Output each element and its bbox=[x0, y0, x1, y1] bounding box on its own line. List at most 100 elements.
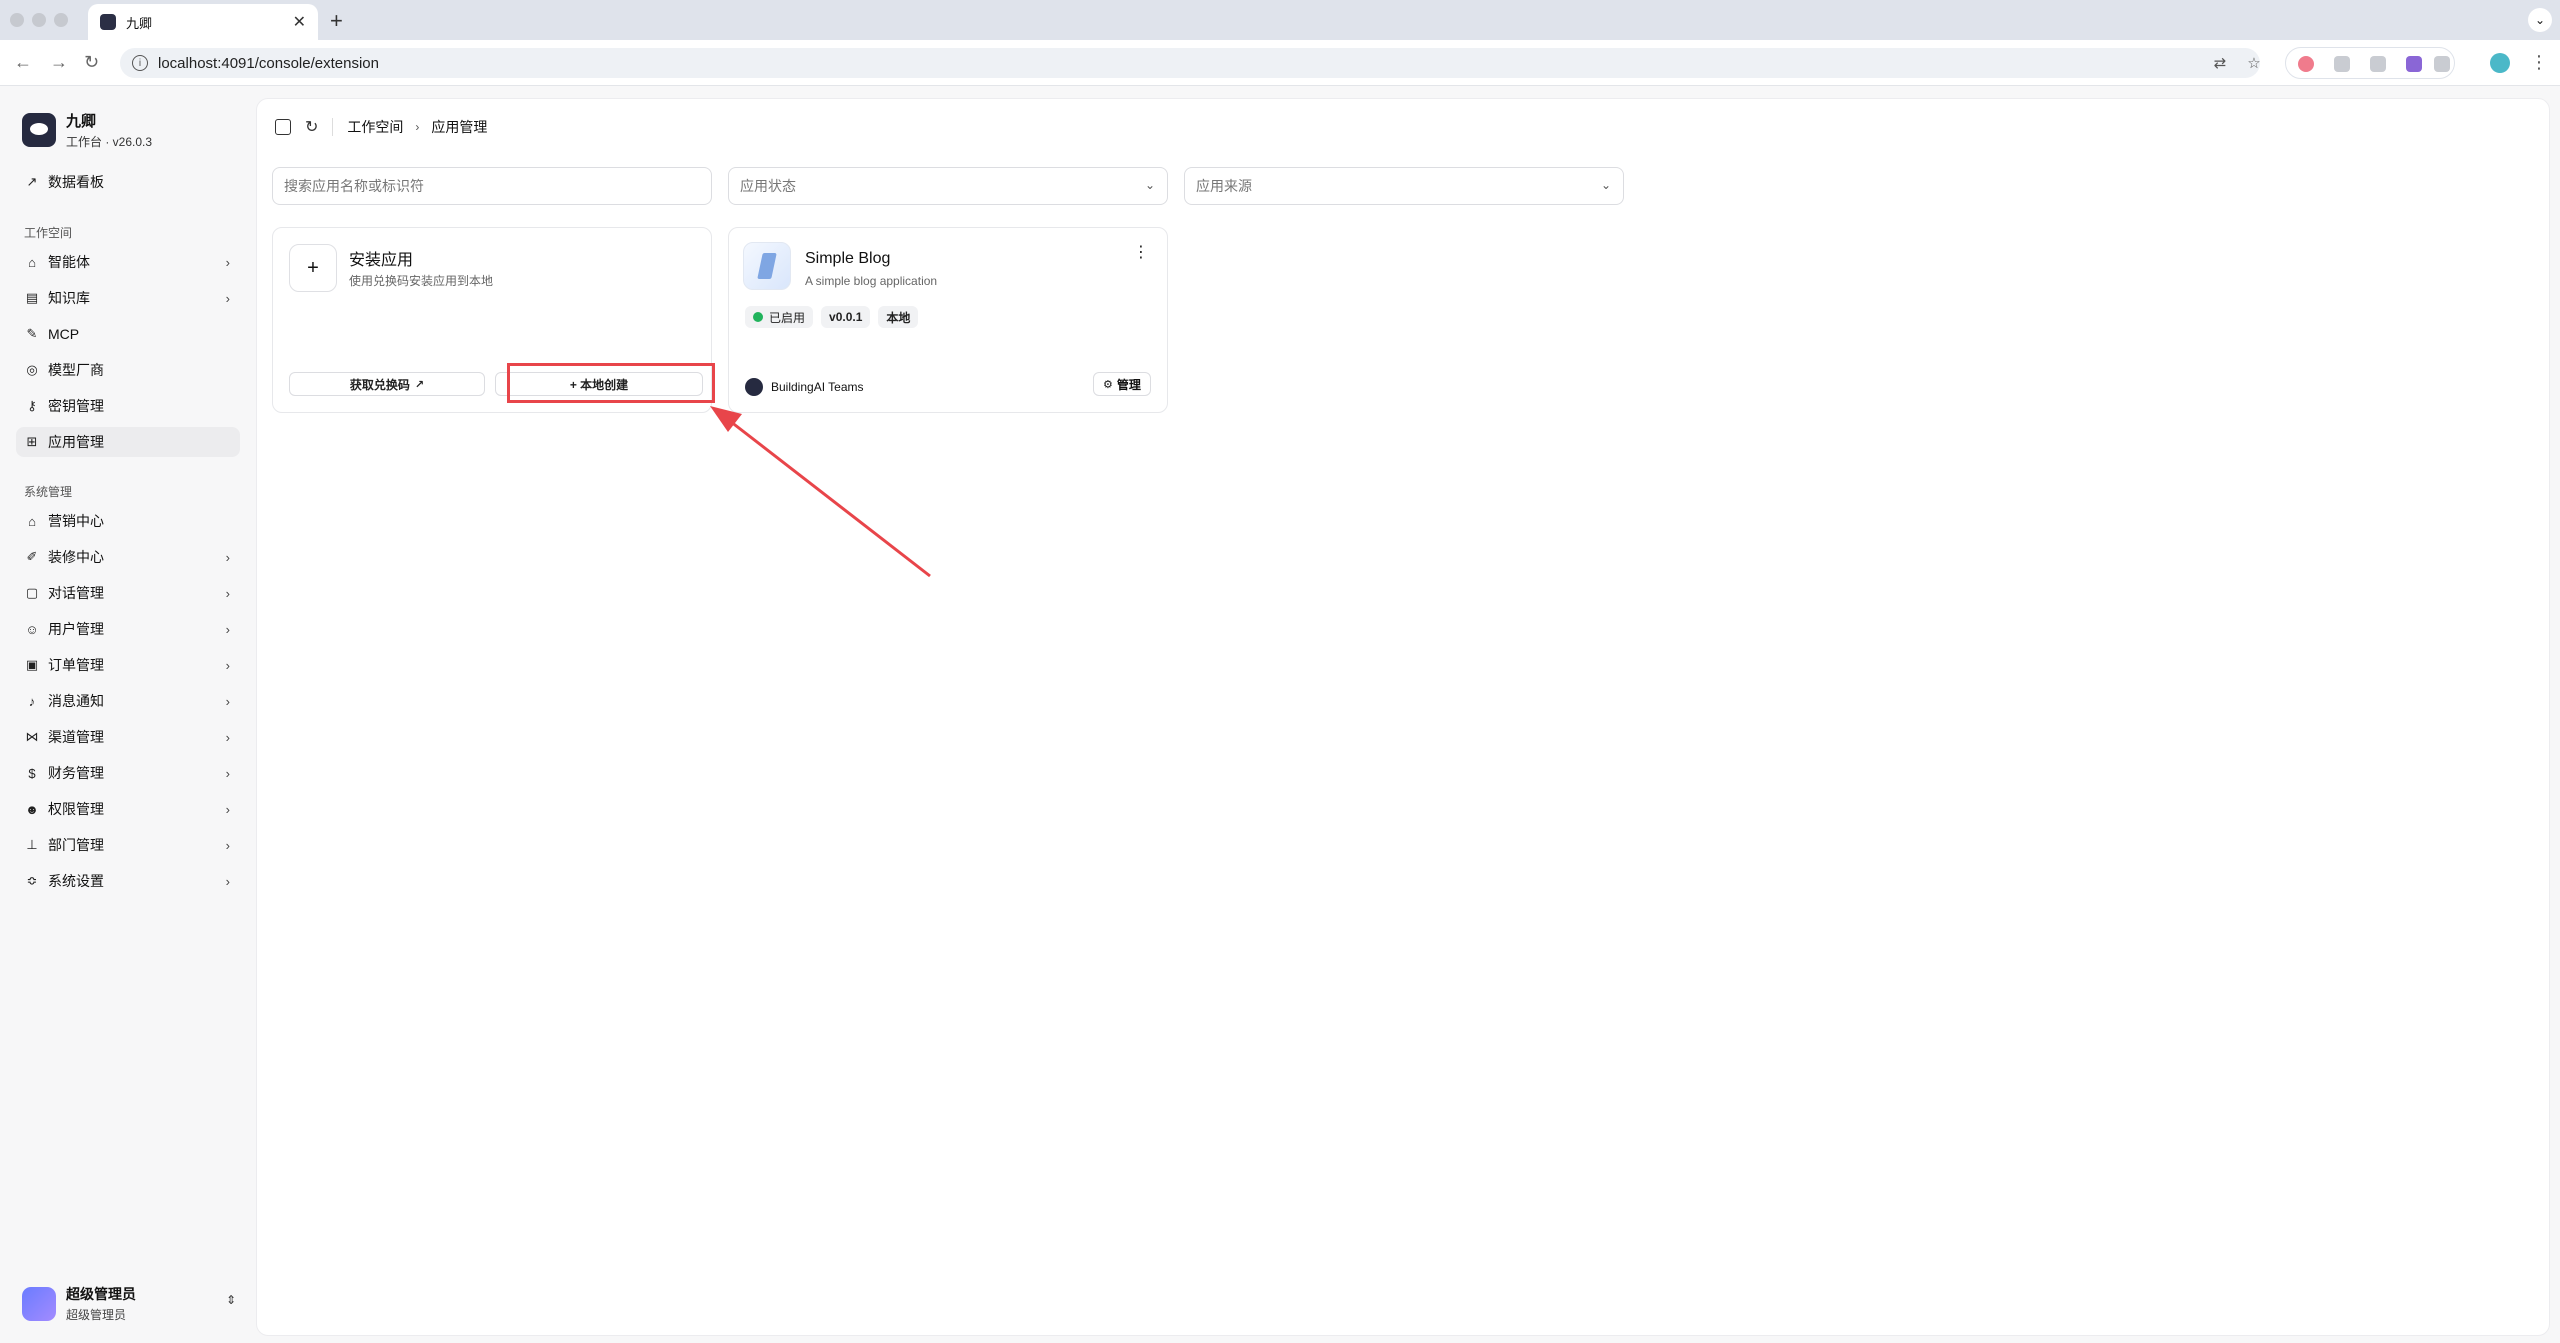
more-vertical-icon[interactable]: ⋮ bbox=[1133, 242, 1149, 262]
chevron-down-icon: ⌄ bbox=[1144, 178, 1155, 192]
bookmark-star-icon[interactable]: ☆ bbox=[2245, 54, 2263, 72]
sidebar-item-mcp[interactable]: ✎ MCP bbox=[16, 319, 240, 349]
profile-avatar[interactable] bbox=[2490, 53, 2510, 73]
new-tab-button[interactable]: + bbox=[330, 8, 343, 34]
translate-icon[interactable]: ⇄ bbox=[2211, 54, 2229, 72]
robot-icon: ⌂ bbox=[28, 254, 36, 270]
sidebar-item-knowledge[interactable]: ▤ 知识库 › bbox=[16, 283, 240, 313]
status-placeholder: 应用状态 bbox=[740, 178, 796, 194]
window-close-dot[interactable] bbox=[10, 13, 24, 27]
sidebar-item-dashboard[interactable]: ↗ 数据看板 bbox=[16, 167, 240, 197]
sidebar-item-keys[interactable]: ⚷ 密钥管理 bbox=[16, 391, 240, 421]
user-name: 超级管理员 bbox=[66, 1286, 136, 1302]
get-code-label: 获取兑换码 bbox=[349, 377, 410, 392]
back-icon[interactable]: ← bbox=[14, 52, 32, 73]
source-placeholder: 应用来源 bbox=[1196, 178, 1252, 194]
extension-3-icon[interactable] bbox=[2370, 56, 2386, 72]
chevron-right-icon: › bbox=[415, 120, 420, 134]
model-icon: ◎ bbox=[26, 362, 38, 377]
refresh-icon[interactable]: ↻ bbox=[305, 117, 318, 137]
extension-2-icon[interactable] bbox=[2334, 56, 2350, 72]
site-info-icon[interactable]: i bbox=[132, 55, 148, 71]
sidebar-item-conversations[interactable]: ▢ 对话管理 › bbox=[16, 578, 240, 608]
browser-menu-icon[interactable]: ⋮ bbox=[2530, 52, 2548, 73]
url-text: localhost:4091/console/extension bbox=[158, 54, 379, 72]
book-icon: ▤ bbox=[25, 290, 39, 305]
breadcrumb-current: 应用管理 bbox=[431, 119, 488, 135]
app-desc: A simple blog application bbox=[805, 274, 938, 288]
sidebar-item-label: 知识库 bbox=[48, 290, 90, 306]
extension-1-icon[interactable] bbox=[2298, 56, 2314, 72]
sidebar-item-label: 应用管理 bbox=[48, 434, 104, 450]
sidebar-item-channels[interactable]: ⋈ 渠道管理 › bbox=[16, 722, 240, 752]
user-menu[interactable]: 超级管理员 超级管理员 ⇕ bbox=[22, 1284, 236, 1323]
manage-button[interactable]: ⚙ 管理 bbox=[1093, 372, 1151, 396]
app-card[interactable]: Simple Blog A simple blog application ⋮ … bbox=[728, 227, 1168, 413]
chevron-right-icon: › bbox=[225, 621, 230, 637]
gear-icon: ⚙ bbox=[1103, 378, 1113, 391]
breadcrumb-workspace[interactable]: 工作空间 bbox=[347, 117, 403, 137]
extension-4-icon[interactable] bbox=[2406, 56, 2422, 72]
dollar-icon: $ bbox=[28, 765, 36, 781]
sidebar-item-permissions[interactable]: ☻ 权限管理 › bbox=[16, 794, 240, 824]
sidebar-item-orders[interactable]: ▣ 订单管理 › bbox=[16, 650, 240, 680]
sidebar-item-label: 权限管理 bbox=[48, 801, 104, 817]
chevron-right-icon: › bbox=[225, 765, 230, 781]
install-title: 安装应用 bbox=[349, 252, 414, 269]
close-tab-icon[interactable]: ✕ bbox=[293, 12, 306, 32]
key-icon: ⚷ bbox=[27, 398, 37, 413]
tab-favicon-icon bbox=[100, 14, 116, 30]
window-zoom-dot[interactable] bbox=[54, 13, 68, 27]
sidebar-item-decoration[interactable]: ✐ 装修中心 › bbox=[16, 542, 240, 572]
chevrons-up-down-icon[interactable]: ⇕ bbox=[226, 1293, 236, 1307]
sidebar-item-notifications[interactable]: ♪ 消息通知 › bbox=[16, 686, 240, 716]
status-badge: 已启用 bbox=[745, 306, 814, 328]
status-select[interactable]: 应用状态 ⌄ bbox=[728, 167, 1168, 205]
url-field[interactable]: i localhost:4091/console/extension bbox=[120, 48, 2260, 78]
brand-logo-icon bbox=[22, 113, 56, 147]
sidebar-item-label: 数据看板 bbox=[48, 174, 104, 190]
sidebar-item-finance[interactable]: $ 财务管理 › bbox=[16, 758, 240, 788]
extensions-group bbox=[2285, 47, 2455, 79]
window-minimize-dot[interactable] bbox=[32, 13, 46, 27]
chat-icon: ▢ bbox=[25, 585, 39, 600]
sidebar-item-label: 装修中心 bbox=[48, 549, 104, 565]
sidebar-item-label: 财务管理 bbox=[48, 765, 104, 781]
sidebar-item-label: 对话管理 bbox=[48, 585, 104, 601]
forward-icon[interactable]: → bbox=[50, 52, 68, 73]
brand-name: 九卿 bbox=[66, 113, 97, 130]
sidebar-item-label: 订单管理 bbox=[48, 657, 104, 673]
extensions-puzzle-icon[interactable] bbox=[2434, 56, 2450, 72]
author-name: BuildingAI Teams bbox=[771, 380, 864, 394]
sidebar-item-marketing[interactable]: ⌂ 营销中心 bbox=[16, 506, 240, 536]
sidebar-item-users[interactable]: ☺ 用户管理 › bbox=[16, 614, 240, 644]
users-icon: ☺ bbox=[25, 621, 39, 637]
chevron-right-icon: › bbox=[225, 290, 230, 306]
sidebar-item-departments[interactable]: ⊥ 部门管理 › bbox=[16, 830, 240, 860]
search-input[interactable]: 搜索应用名称或标识符 bbox=[272, 167, 712, 205]
sidebar-item-settings[interactable]: ≎ 系统设置 › bbox=[16, 866, 240, 896]
chevron-right-icon: › bbox=[225, 837, 230, 853]
user-lock-icon: ☻ bbox=[25, 801, 39, 817]
sidebar-item-agents[interactable]: ⌂ 智能体 › bbox=[16, 247, 240, 277]
avatar bbox=[22, 1286, 56, 1321]
sidebar-item-apps[interactable]: ⊞ 应用管理 bbox=[16, 427, 240, 457]
brand[interactable]: 九卿 工作台 · v26.0.3 bbox=[22, 110, 152, 150]
grid-icon: ⊞ bbox=[26, 434, 38, 449]
source-select[interactable]: 应用来源 ⌄ bbox=[1184, 167, 1624, 205]
browser-tab[interactable]: 九卿 ✕ bbox=[88, 4, 318, 40]
chevron-right-icon: › bbox=[225, 729, 230, 745]
sidebar-item-label: 消息通知 bbox=[48, 693, 104, 709]
tab-search-chevron-icon[interactable]: ⌄ bbox=[2528, 8, 2552, 32]
chevron-right-icon: › bbox=[225, 693, 230, 709]
divider bbox=[332, 118, 334, 136]
get-code-button[interactable]: 获取兑换码 ↗ bbox=[289, 372, 485, 396]
reload-icon[interactable]: ↻ bbox=[84, 52, 99, 73]
sidebar-toggle-icon[interactable] bbox=[275, 119, 291, 135]
sidebar-item-models[interactable]: ◎ 模型厂商 bbox=[16, 355, 240, 385]
browser-tab-bar: 九卿 ✕ + ⌄ bbox=[0, 0, 2560, 40]
section-system: 系统管理 bbox=[24, 485, 73, 499]
plus-icon: + bbox=[289, 244, 337, 292]
user-role: 超级管理员 bbox=[66, 1308, 127, 1322]
sidebar-item-label: 营销中心 bbox=[48, 513, 104, 529]
